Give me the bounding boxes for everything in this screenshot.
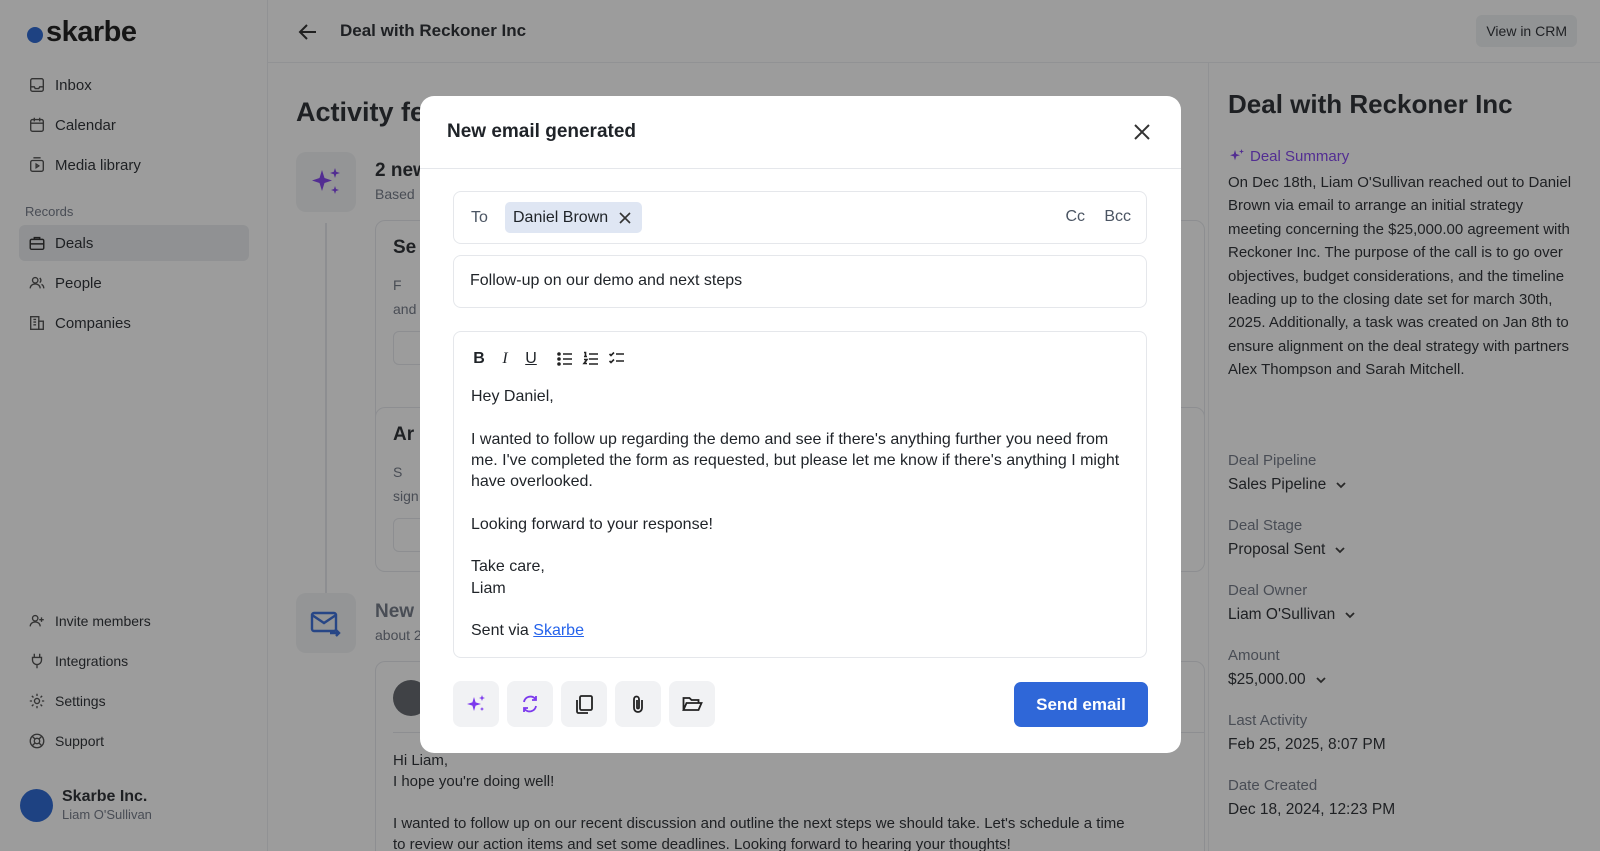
bcc-button[interactable]: Bcc bbox=[1104, 208, 1131, 226]
format-toolbar: B I U bbox=[466, 346, 630, 372]
regenerate-button[interactable] bbox=[507, 681, 553, 727]
remove-recipient-icon[interactable] bbox=[618, 211, 632, 225]
body-signature: Liam bbox=[471, 579, 506, 597]
bullet-list-button[interactable] bbox=[552, 346, 578, 372]
body-greeting: Hey Daniel, bbox=[471, 388, 554, 405]
regenerate-icon bbox=[523, 695, 537, 713]
recipient-name: Daniel Brown bbox=[513, 208, 609, 226]
email-body-editor[interactable]: B I U Hey Daniel, I wanted to follow up … bbox=[453, 331, 1147, 658]
sent-via-text: Sent via bbox=[471, 622, 534, 640]
to-label: To bbox=[471, 209, 488, 226]
open-folder-button[interactable] bbox=[669, 681, 715, 727]
copy-icon bbox=[576, 695, 593, 714]
email-body-text[interactable]: Hey Daniel, I wanted to follow up regard… bbox=[471, 386, 1131, 642]
folder-open-icon bbox=[682, 697, 703, 711]
cc-button[interactable]: Cc bbox=[1065, 208, 1085, 226]
attach-button[interactable] bbox=[615, 681, 661, 727]
divider bbox=[420, 168, 1181, 169]
email-actions bbox=[453, 681, 723, 727]
underline-button[interactable]: U bbox=[518, 346, 544, 372]
modal-title: New email generated bbox=[447, 121, 637, 142]
new-email-modal: New email generated To Daniel Brown Cc B… bbox=[420, 96, 1181, 753]
paperclip-icon bbox=[633, 695, 643, 713]
italic-button[interactable]: I bbox=[492, 346, 518, 372]
sparkle-icon bbox=[467, 695, 485, 711]
numbered-list-icon bbox=[582, 351, 598, 365]
recipient-chip: Daniel Brown bbox=[505, 202, 643, 233]
checklist-icon bbox=[608, 351, 624, 364]
body-sent-via: Sent via Skarbe bbox=[471, 620, 1131, 641]
body-paragraph: Looking forward to your response! bbox=[471, 515, 713, 533]
bullet-list-icon bbox=[557, 352, 572, 366]
bold-button[interactable]: B bbox=[466, 346, 492, 372]
body-paragraph: I wanted to follow up regarding the demo… bbox=[471, 430, 1120, 491]
copy-button[interactable] bbox=[561, 681, 607, 727]
numbered-list-button[interactable] bbox=[578, 346, 604, 372]
recipients-field[interactable]: To Daniel Brown Cc Bcc bbox=[453, 191, 1147, 244]
body-closing: Take care, bbox=[471, 558, 545, 576]
ai-rewrite-button[interactable] bbox=[453, 681, 499, 727]
skarbe-link[interactable]: Skarbe bbox=[533, 622, 584, 639]
subject-field[interactable]: Follow-up on our demo and next steps bbox=[453, 255, 1147, 308]
checklist-button[interactable] bbox=[604, 346, 630, 372]
send-email-button[interactable]: Send email bbox=[1014, 682, 1148, 727]
close-icon[interactable] bbox=[1130, 120, 1154, 144]
